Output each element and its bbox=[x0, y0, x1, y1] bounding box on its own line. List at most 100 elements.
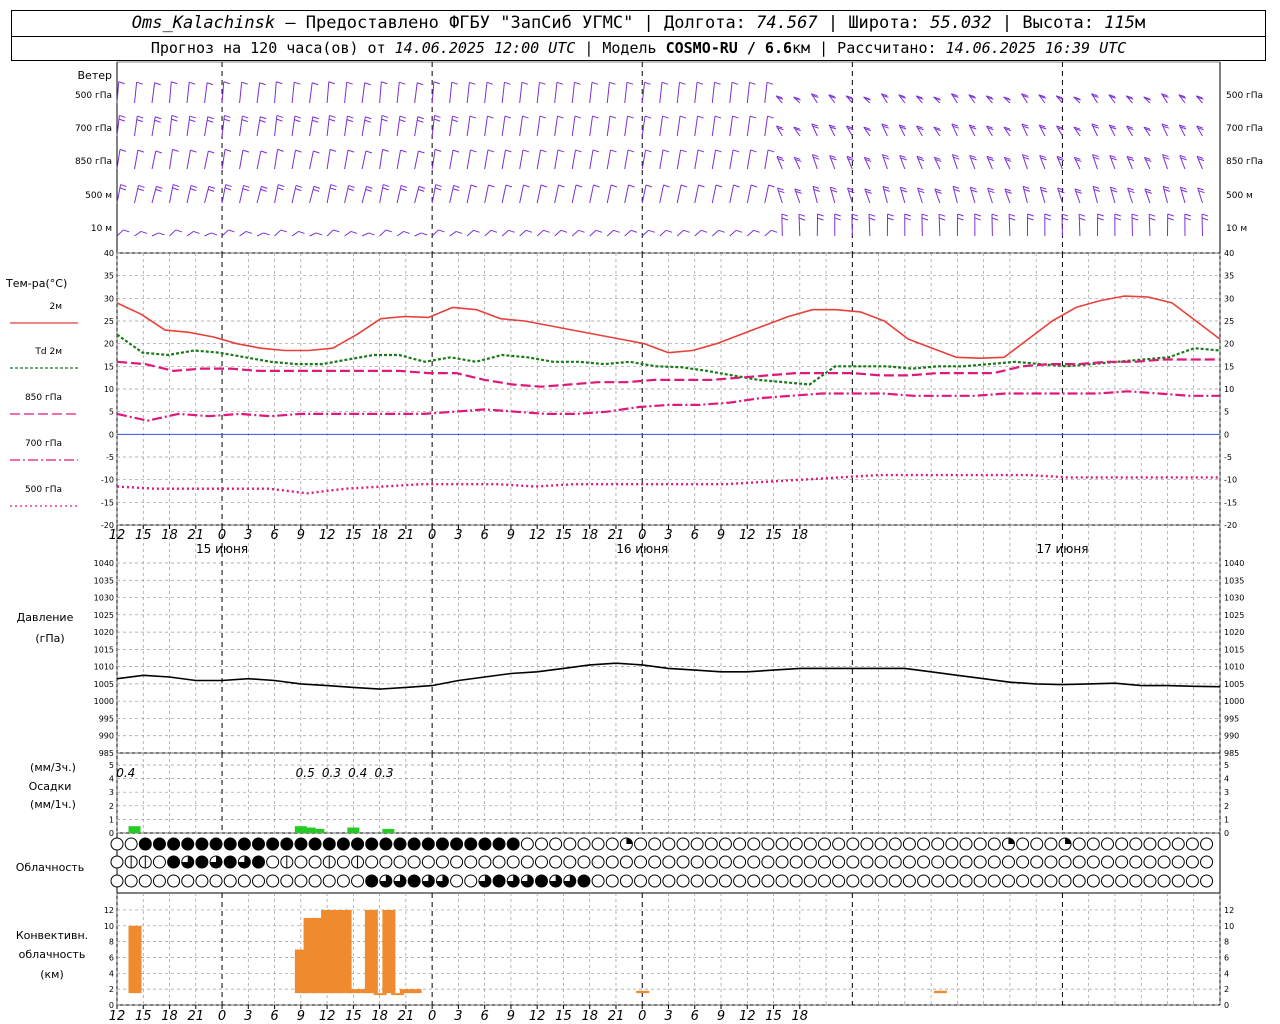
ytick-right: -15 bbox=[1224, 498, 1237, 507]
panel-label: Облачность bbox=[16, 861, 85, 874]
ytick-left: 40 bbox=[104, 249, 114, 258]
wind-barb-flag bbox=[119, 187, 127, 191]
wind-barb bbox=[775, 125, 784, 137]
wind-barb bbox=[764, 115, 774, 137]
wind-barb-flag bbox=[904, 217, 911, 221]
wind-barb-flag bbox=[991, 217, 999, 221]
wind-barb bbox=[501, 229, 515, 237]
wind-barb bbox=[829, 186, 838, 204]
ytick-right: 0 bbox=[1224, 1001, 1229, 1010]
axis-hour-label: 21 bbox=[608, 1009, 625, 1024]
wind-barb-staff bbox=[1021, 154, 1028, 170]
wind-barb-staff bbox=[326, 229, 334, 237]
wind-barb bbox=[711, 81, 721, 104]
wind-barb-flag bbox=[661, 81, 669, 85]
cloud-circle bbox=[535, 855, 548, 869]
wind-barb-flag bbox=[399, 81, 406, 85]
cloud-cell bbox=[874, 855, 888, 869]
cloud-circle bbox=[252, 855, 265, 869]
wind-barb-flag bbox=[505, 149, 512, 153]
wind-barb-staff bbox=[571, 115, 576, 137]
wind-barb-staff bbox=[589, 184, 594, 204]
cloud-circle bbox=[138, 837, 152, 851]
cloud-circle bbox=[888, 874, 902, 888]
cloud-cell bbox=[902, 837, 916, 851]
wind-barb-staff bbox=[134, 150, 139, 170]
cloud-cell bbox=[535, 837, 548, 851]
cloud-cell bbox=[506, 855, 520, 869]
wind-barb bbox=[1125, 95, 1134, 104]
wind-barb bbox=[694, 81, 704, 104]
wind-barb-staff bbox=[431, 184, 437, 204]
wind-barb-staff bbox=[449, 185, 455, 204]
axis-hour-label: 18 bbox=[792, 1009, 809, 1024]
wind-barb bbox=[933, 96, 941, 104]
wind-barb bbox=[986, 155, 995, 170]
cloud-circle bbox=[1185, 874, 1199, 888]
cloud-circle bbox=[973, 874, 987, 888]
wind-barb bbox=[519, 229, 533, 237]
wind-barb bbox=[1143, 156, 1152, 170]
wind-barb-flag bbox=[260, 188, 267, 192]
wind-barb-staff bbox=[746, 149, 752, 170]
wind-barb bbox=[326, 148, 337, 170]
wind-barb bbox=[571, 229, 585, 237]
cloud-circle bbox=[1058, 874, 1072, 888]
cloud-cell bbox=[549, 837, 563, 851]
panel-label: 10 м bbox=[1226, 224, 1247, 234]
wind-barb bbox=[694, 149, 705, 170]
cloud-circle bbox=[775, 874, 789, 888]
cloud-circle bbox=[294, 874, 308, 888]
cloud-circle bbox=[973, 837, 987, 851]
wind-barb-flag bbox=[155, 116, 162, 120]
wind-barb-flag bbox=[644, 81, 651, 85]
cloud-cell bbox=[818, 855, 831, 869]
wind-barb bbox=[396, 230, 410, 237]
ytick-left: 5 bbox=[109, 408, 114, 417]
cloud-circle bbox=[379, 837, 393, 851]
wind-barb bbox=[624, 184, 635, 204]
cloud-cell bbox=[789, 874, 803, 888]
axis-date-label: 17 июня bbox=[1036, 542, 1088, 556]
cloud-cell bbox=[138, 837, 152, 851]
cloud-circle bbox=[591, 874, 605, 888]
cloud-circle bbox=[549, 837, 563, 851]
wind-barb-staff bbox=[571, 229, 579, 237]
ytick-left: 4 bbox=[109, 775, 114, 784]
wind-barb bbox=[501, 115, 512, 137]
cloud-cell bbox=[775, 855, 789, 869]
wind-barb-flag bbox=[399, 119, 406, 123]
wind-barb bbox=[1003, 96, 1011, 104]
cloud-cell bbox=[1115, 837, 1129, 851]
cloud-circle bbox=[1101, 855, 1114, 869]
ytick-right: 1040 bbox=[1224, 559, 1244, 568]
cloud-cell bbox=[1129, 837, 1143, 851]
cloud-cell bbox=[1001, 874, 1015, 888]
cloud-cell bbox=[1030, 855, 1044, 869]
wind-barb bbox=[659, 115, 669, 137]
wind-barb bbox=[274, 148, 284, 170]
wind-barb-staff bbox=[606, 184, 612, 204]
wind-barb-flag bbox=[365, 150, 373, 154]
cloud-cell bbox=[718, 837, 732, 851]
ytick-right: 30 bbox=[1224, 294, 1234, 303]
cloud-circle bbox=[662, 837, 676, 851]
cloud-cell bbox=[1001, 837, 1015, 851]
cloud-cell bbox=[704, 837, 718, 851]
cloud-circle bbox=[407, 855, 421, 869]
wind-barb bbox=[1038, 94, 1047, 104]
cloud-cell bbox=[846, 874, 860, 888]
wind-barb-staff bbox=[519, 115, 523, 137]
cloud-circle bbox=[902, 837, 916, 851]
wind-barb bbox=[1196, 155, 1205, 170]
cloud-circle bbox=[577, 837, 591, 851]
wind-barb bbox=[915, 95, 924, 104]
wind-barb bbox=[1096, 213, 1104, 237]
cloud-circle bbox=[846, 874, 860, 888]
wind-barb-staff bbox=[1109, 187, 1116, 204]
wind-barb-flag bbox=[1027, 217, 1034, 221]
wind-barb-staff bbox=[361, 232, 369, 237]
wind-barb-flag bbox=[521, 81, 529, 85]
wind-barb-staff bbox=[694, 184, 700, 204]
wind-barb-flag bbox=[190, 184, 198, 188]
